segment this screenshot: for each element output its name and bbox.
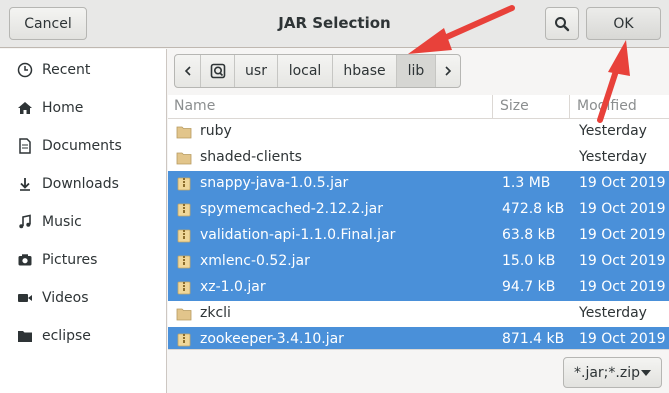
archive-icon: [177, 333, 191, 347]
path-segment-local[interactable]: local: [278, 55, 333, 87]
column-divider[interactable]: [492, 95, 493, 118]
home-icon: [17, 100, 33, 116]
file-row[interactable]: validation-api-1.1.0.Final.jar 63.8 kB 19 …: [168, 223, 669, 249]
file-size: 1.3 MB: [502, 175, 551, 191]
path-scroll-left-button[interactable]: [175, 55, 201, 87]
drive-icon: [210, 63, 225, 79]
column-size-header[interactable]: Size: [500, 98, 529, 114]
archive-icon: [177, 281, 191, 295]
column-name-header[interactable]: Name: [174, 98, 215, 114]
sidebar-item-label: Videos: [42, 290, 89, 306]
file-row[interactable]: spymemcached-2.12.2.jar 472.8 kB 19 Oct 20…: [168, 197, 669, 223]
path-segment-usr[interactable]: usr: [235, 55, 278, 87]
file-modified: 19 Oct 2019: [579, 227, 666, 243]
camera-icon: [17, 252, 33, 268]
path-segment-lib[interactable]: lib: [397, 55, 436, 87]
file-size: 871.4 kB: [502, 331, 565, 347]
file-size: 63.8 kB: [502, 227, 556, 243]
file-row[interactable]: zookeeper-3.4.10.jar 871.4 kB 19 Oct 2019: [168, 327, 669, 349]
file-modified: 19 Oct 2019: [579, 253, 666, 269]
search-icon: [555, 16, 570, 31]
archive-icon: [177, 229, 191, 243]
path-bar: usr local hbase lib: [174, 54, 461, 88]
sidebar-item-label: Documents: [42, 138, 122, 154]
column-header: Name Size Modified: [168, 95, 669, 119]
file-modified: Yesterday: [579, 149, 647, 165]
folder-icon: [17, 328, 33, 344]
file-row[interactable]: snappy-java-1.0.5.jar 1.3 MB 19 Oct 2019: [168, 171, 669, 197]
file-filter-dropdown[interactable]: *.jar;*.zip: [563, 357, 662, 388]
chevron-left-icon: [184, 66, 191, 76]
sidebar-item-label: Downloads: [42, 176, 119, 192]
folder-icon: [176, 308, 192, 321]
chevron-right-icon: [445, 66, 452, 76]
file-modified: 19 Oct 2019: [579, 279, 666, 295]
folder-icon: [176, 126, 192, 139]
dialog-footer: *.jar;*.zip: [168, 349, 669, 393]
sidebar-item-label: Home: [42, 100, 84, 116]
file-size: 15.0 kB: [502, 253, 556, 269]
sidebar-item-label: Music: [42, 214, 82, 230]
sidebar-item-documents[interactable]: Documents: [0, 127, 166, 165]
archive-icon: [177, 203, 191, 217]
file-size: 94.7 kB: [502, 279, 556, 295]
sidebar-item-videos[interactable]: Videos: [0, 279, 166, 317]
video-icon: [17, 290, 33, 306]
path-segment-hbase[interactable]: hbase: [333, 55, 397, 87]
file-row[interactable]: ruby Yesterday: [168, 119, 669, 145]
places-sidebar: Recent Home Documents Downloads Music Pi…: [0, 49, 167, 393]
file-modified: Yesterday: [579, 123, 647, 139]
file-name: spymemcached-2.12.2.jar: [200, 201, 383, 217]
filter-label: *.jar;*.zip: [574, 364, 640, 381]
sidebar-item-label: Recent: [42, 62, 91, 78]
document-icon: [17, 138, 33, 154]
file-name: snappy-java-1.0.5.jar: [200, 175, 349, 191]
search-button[interactable]: [545, 7, 579, 40]
file-modified: Yesterday: [579, 305, 647, 321]
file-modified: 19 Oct 2019: [579, 201, 666, 217]
file-name: zookeeper-3.4.10.jar: [200, 331, 344, 347]
file-row[interactable]: xmlenc-0.52.jar 15.0 kB 19 Oct 2019: [168, 249, 669, 275]
sidebar-item-pictures[interactable]: Pictures: [0, 241, 166, 279]
sidebar-item-home[interactable]: Home: [0, 89, 166, 127]
column-modified-header[interactable]: Modified: [577, 98, 637, 114]
column-divider[interactable]: [569, 95, 570, 118]
file-name: zkcli: [200, 305, 231, 321]
file-name: validation-api-1.1.0.Final.jar: [200, 227, 396, 243]
sidebar-item-label: eclipse: [42, 328, 91, 344]
file-row[interactable]: xz-1.0.jar 94.7 kB 19 Oct 2019: [168, 275, 669, 301]
sidebar-item-eclipse[interactable]: eclipse: [0, 317, 166, 355]
archive-icon: [177, 255, 191, 269]
file-name: shaded-clients: [200, 149, 302, 165]
download-icon: [17, 176, 33, 192]
file-modified: 19 Oct 2019: [579, 331, 666, 347]
sidebar-item-label: Pictures: [42, 252, 98, 268]
file-size: 472.8 kB: [502, 201, 565, 217]
file-name: xz-1.0.jar: [200, 279, 266, 295]
clock-icon: [17, 62, 33, 78]
folder-icon: [176, 152, 192, 165]
file-name: ruby: [200, 123, 232, 139]
sidebar-item-music[interactable]: Music: [0, 203, 166, 241]
file-name: xmlenc-0.52.jar: [200, 253, 310, 269]
music-icon: [17, 214, 33, 230]
path-scroll-right-button[interactable]: [436, 55, 460, 87]
sidebar-item-downloads[interactable]: Downloads: [0, 165, 166, 203]
file-row[interactable]: shaded-clients Yesterday: [168, 145, 669, 171]
archive-icon: [177, 177, 191, 191]
ok-button[interactable]: OK: [586, 7, 661, 40]
header-bar: Cancel JAR Selection OK: [0, 0, 669, 48]
file-row[interactable]: zkcli Yesterday: [168, 301, 669, 327]
file-modified: 19 Oct 2019: [579, 175, 666, 191]
chevron-down-icon: [641, 370, 651, 376]
sidebar-item-recent[interactable]: Recent: [0, 51, 166, 89]
path-root-button[interactable]: [201, 55, 235, 87]
file-list: ruby Yesterday shaded-clients Yesterday snap…: [168, 119, 669, 349]
